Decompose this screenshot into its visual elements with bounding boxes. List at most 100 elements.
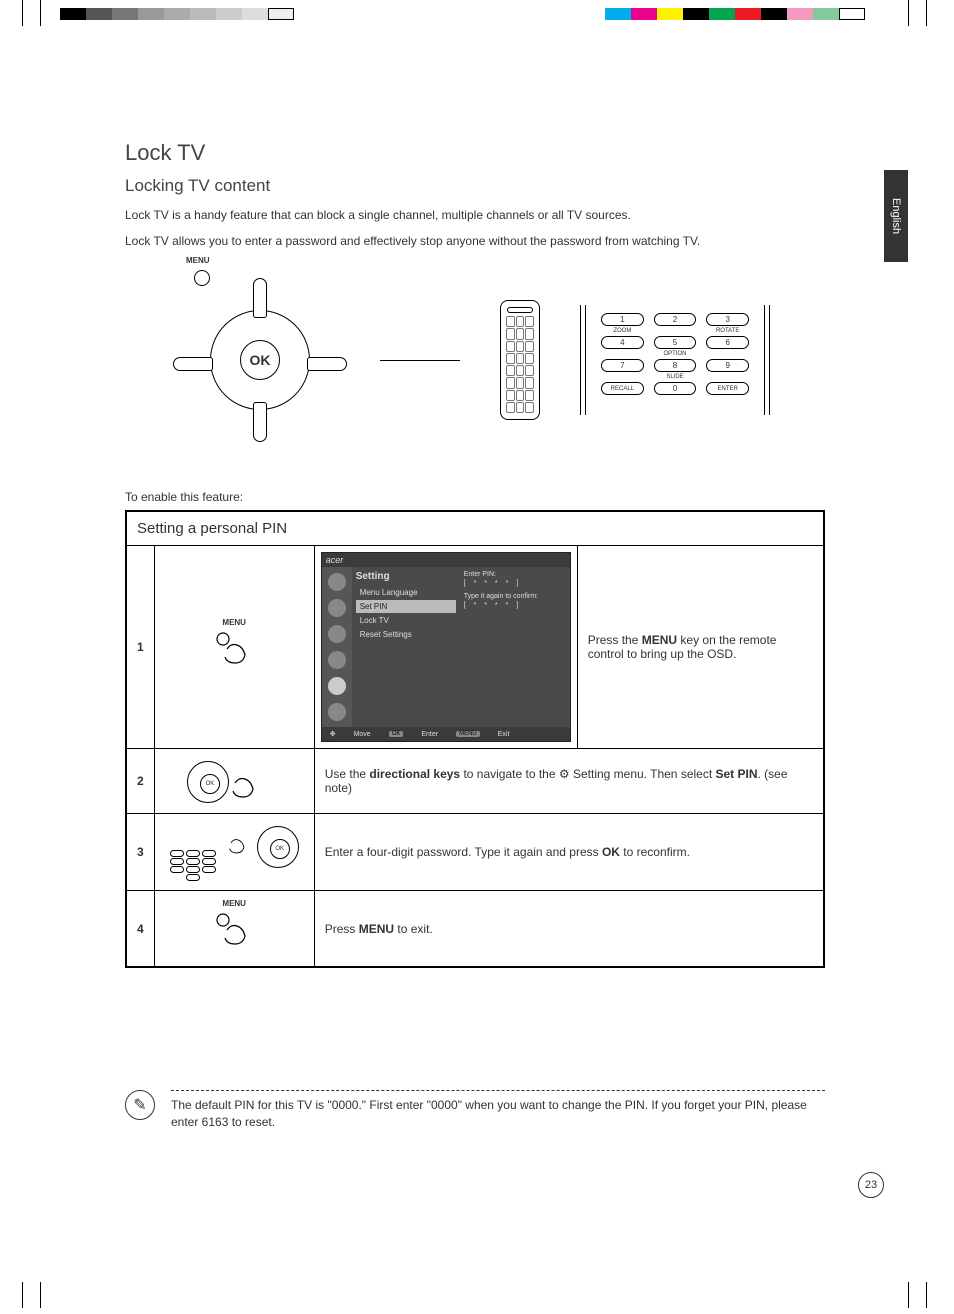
osd-move-icon: ✥ (330, 730, 336, 738)
swatch (60, 8, 86, 20)
step-image (154, 749, 314, 814)
osd-tab-icon (328, 651, 346, 669)
table-header: Setting a personal PIN (126, 511, 824, 546)
osd-confirm-label: Type it again to confirm: (464, 593, 566, 600)
swatch (839, 8, 865, 20)
step-description: Use the directional keys to navigate to … (314, 749, 824, 814)
swatch (190, 8, 216, 20)
key-label-slide: SLIDE (654, 374, 697, 380)
swatch (242, 8, 268, 20)
swatch (813, 8, 839, 20)
menu-dot-icon (194, 270, 210, 286)
dpad-graphic: MENU OK (180, 280, 340, 440)
step-description: Press the MENU key on the remote control… (577, 546, 824, 749)
swatch (761, 8, 787, 20)
osd-footer-move: Move (354, 731, 371, 738)
keypad-graphic: 1 2 3 ZOOM ROTATE 4 5 6 OPTION 7 8 9 SLI… (580, 305, 770, 415)
page-title: Lock TV (125, 140, 825, 166)
swatch (605, 8, 631, 20)
intro-paragraph-2: Lock TV allows you to enter a password a… (125, 232, 825, 250)
osd-pin-stars: [ * * * * ] (464, 580, 566, 587)
swatch (268, 8, 294, 20)
key-4: 4 (601, 336, 644, 349)
key-label-zoom: ZOOM (601, 328, 644, 334)
hand-press-icon (218, 822, 254, 868)
hand-press-icon (209, 910, 259, 956)
osd-pin-stars: [ * * * * ] (464, 602, 566, 609)
swatch (216, 8, 242, 20)
hand-press-icon (209, 629, 259, 675)
osd-item: Reset Settings (356, 628, 456, 641)
enable-label: To enable this feature: (125, 490, 825, 504)
step-number: 4 (126, 891, 154, 968)
key-7: 7 (601, 359, 644, 372)
step-number: 2 (126, 749, 154, 814)
osd-footer-enter: Enter (421, 731, 438, 738)
swatch (112, 8, 138, 20)
step-image: MENU (154, 546, 314, 749)
color-bar-right (605, 8, 865, 20)
osd-brand: acer (322, 553, 570, 567)
color-bar-left (60, 8, 294, 20)
key-5: 5 (654, 336, 697, 349)
menu-label: MENU (186, 256, 210, 265)
swatch (164, 8, 190, 20)
table-row: 1 MENU acer (126, 546, 824, 749)
swatch (735, 8, 761, 20)
osd-tab-icon (328, 599, 346, 617)
steps-table: Setting a personal PIN 1 MENU acer (125, 510, 825, 968)
osd-tab-icon (328, 625, 346, 643)
hand-press-icon (217, 763, 267, 809)
table-row: 2 Use the directional keys to navigate t… (126, 749, 824, 814)
step-number: 3 (126, 814, 154, 891)
swatch (683, 8, 709, 20)
step-number: 1 (126, 546, 154, 749)
key-enter: ENTER (706, 382, 749, 395)
remote-illustration: MENU OK 1 2 3 ZOOM ROTATE 4 5 6 (125, 280, 825, 440)
osd-section: Setting (356, 571, 456, 582)
osd-enter-pin-label: Enter PIN: (464, 571, 566, 578)
small-dpad-icon (257, 826, 299, 868)
mini-keypad-icon (170, 849, 216, 882)
osd-tab-icon (328, 703, 346, 721)
step-image: MENU (154, 891, 314, 968)
step-image (154, 814, 314, 891)
gear-icon: ⚙ (559, 767, 570, 781)
step-description: Enter a four-digit password. Type it aga… (314, 814, 824, 891)
footnote: ✎ The default PIN for this TV is "0000."… (125, 1090, 825, 1131)
note-icon: ✎ (125, 1090, 155, 1120)
key-1: 1 (601, 313, 644, 326)
key-6: 6 (706, 336, 749, 349)
key-label-rotate: ROTATE (706, 328, 749, 334)
language-tab: English (884, 170, 908, 262)
swatch (709, 8, 735, 20)
footnote-text: The default PIN for this TV is "0000." F… (171, 1098, 807, 1129)
step-description: Press MENU to exit. (314, 891, 824, 968)
key-0: 0 (654, 382, 697, 395)
swatch (787, 8, 813, 20)
page-subtitle: Locking TV content (125, 176, 825, 196)
remote-outline-graphic (500, 300, 540, 420)
key-recall: RECALL (601, 382, 644, 395)
key-9: 9 (706, 359, 749, 372)
page-number: 23 (858, 1172, 884, 1198)
intro-paragraph-1: Lock TV is a handy feature that can bloc… (125, 206, 825, 224)
osd-tab-icon (328, 573, 346, 591)
swatch (631, 8, 657, 20)
swatch (138, 8, 164, 20)
key-3: 3 (706, 313, 749, 326)
connector-line (380, 360, 460, 361)
key-2: 2 (654, 313, 697, 326)
ok-button-graphic: OK (240, 340, 280, 380)
table-row: 4 MENU Press MENU to exit. (126, 891, 824, 968)
key-label-option: OPTION (654, 351, 697, 357)
swatch (86, 8, 112, 20)
key-8: 8 (654, 359, 697, 372)
step-osd-screenshot: acer Setting Menu Language (314, 546, 577, 749)
swatch (657, 8, 683, 20)
osd-item-selected: Set PIN (356, 600, 456, 613)
osd-footer-exit: Exit (498, 731, 510, 738)
osd-menu-tag: MENU (456, 731, 480, 737)
osd-ok-tag: OK (389, 731, 404, 737)
table-row: 3 Enter a four-digit password. Type it a… (126, 814, 824, 891)
